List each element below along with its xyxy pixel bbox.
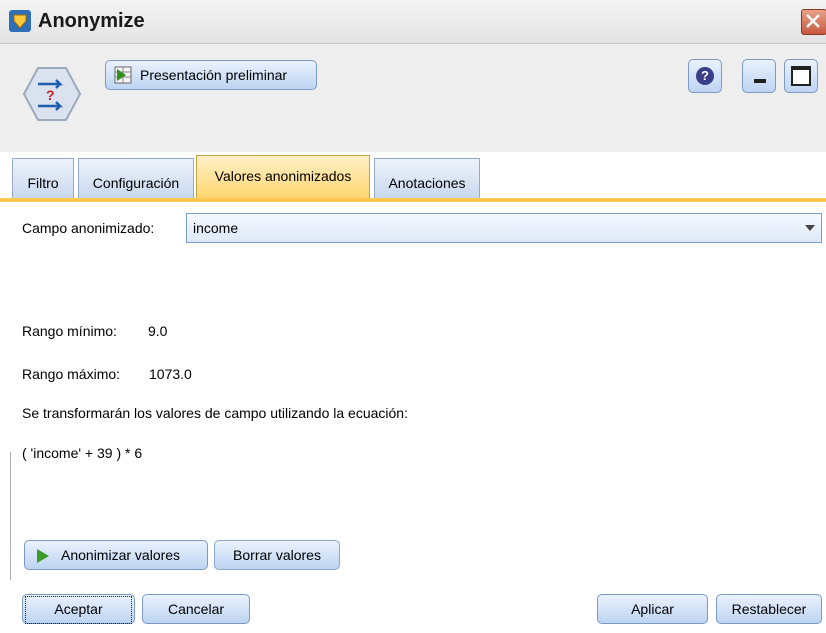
tab-anotaciones[interactable]: Anotaciones [374, 158, 480, 198]
clear-values-button[interactable]: Borrar valores [214, 540, 340, 570]
anonymize-values-button-face[interactable]: Anonimizar valores [24, 540, 208, 570]
maximize-button[interactable] [784, 59, 818, 93]
apply-button[interactable]: Aplicar [597, 594, 708, 624]
node-type-icon: ? [22, 67, 82, 121]
field-select-value: income [193, 220, 239, 236]
reset-button-label: Restablecer [731, 601, 807, 617]
min-range-label: Rango mínimo: [22, 323, 117, 339]
run-icon [37, 549, 49, 563]
apply-button-label: Aplicar [631, 601, 674, 617]
max-range-value: 1073.0 [149, 366, 192, 382]
help-icon: ? [696, 67, 714, 85]
tab-configuracion[interactable]: Configuración [78, 158, 194, 198]
tab-valores-anonimizados[interactable]: Valores anonimizados [196, 155, 370, 201]
preview-button[interactable]: Presentación preliminar [105, 60, 317, 90]
field-label: Campo anonimizado: [22, 220, 155, 236]
max-range-label: Rango máximo: [22, 366, 121, 382]
maximize-icon [791, 66, 811, 86]
clear-values-label: Borrar valores [233, 547, 321, 563]
anonymize-values-label: Anonimizar valores [61, 547, 181, 563]
preview-table-icon [114, 66, 132, 84]
min-range-value: 9.0 [148, 323, 168, 339]
equation-text: ( 'income' + 39 ) * 6 [22, 445, 143, 461]
title-bar: Anonymize [0, 0, 826, 44]
close-icon [806, 14, 820, 28]
svg-text:?: ? [46, 87, 55, 103]
cancel-button-label: Cancelar [167, 601, 225, 617]
minimize-icon [754, 79, 766, 83]
help-button[interactable]: ? [688, 59, 722, 93]
ok-button-label: Aceptar [54, 601, 103, 617]
minimize-button[interactable] [742, 59, 776, 93]
anonymize-node-icon [9, 10, 31, 32]
panel-divider [10, 452, 11, 580]
window-title: Anonymize [38, 10, 145, 32]
ok-button[interactable]: Aceptar [22, 594, 135, 624]
field-select[interactable]: income [186, 213, 822, 243]
reset-button[interactable]: Restablecer [716, 594, 822, 624]
tab-filtro[interactable]: Filtro [12, 158, 74, 198]
chevron-down-icon [805, 225, 815, 231]
close-button[interactable] [801, 9, 826, 35]
transform-description: Se transformarán los valores de campo ut… [22, 405, 408, 421]
cancel-button[interactable]: Cancelar [142, 594, 250, 624]
preview-button-label: Presentación preliminar [140, 67, 288, 83]
